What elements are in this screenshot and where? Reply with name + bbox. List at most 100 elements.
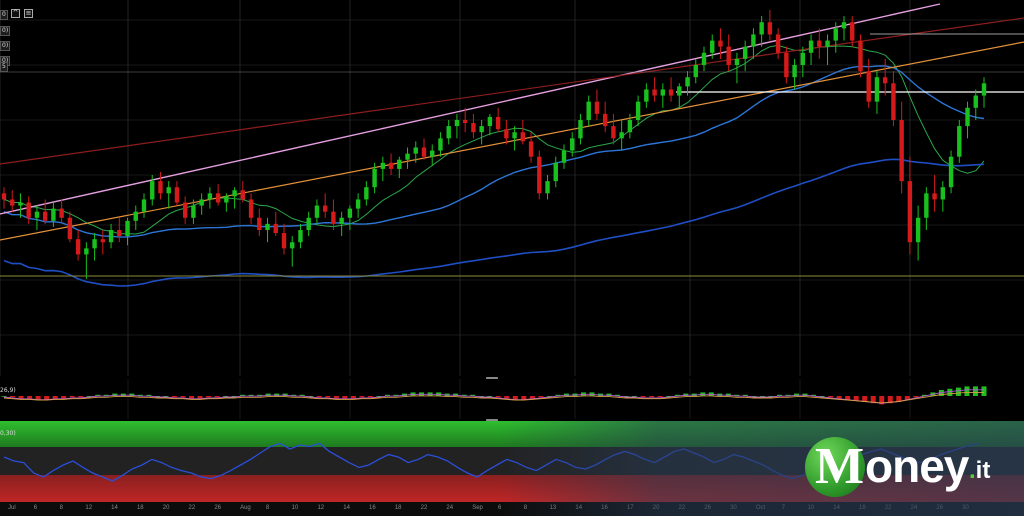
- candle-body-106: [874, 77, 880, 102]
- candle-body-119: [981, 83, 987, 96]
- macd-bar-76: [649, 396, 655, 398]
- candle-body-101: [833, 28, 838, 41]
- candle-body-112: [924, 193, 929, 218]
- candle-body-62: [512, 132, 517, 139]
- ma-slow-line: [3, 158, 985, 287]
- candle-body-36: [298, 230, 303, 243]
- candle-body-93: [767, 22, 773, 35]
- rsi-label: 0,30): [0, 430, 16, 437]
- candle-body-111: [915, 217, 921, 243]
- macd-bar-20: [171, 396, 177, 398]
- macd-panel[interactable]: 26,9): [0, 379, 1024, 419]
- candle-body-55: [454, 120, 460, 127]
- macd-bar-60: [512, 396, 518, 400]
- macd-histogram: [1, 386, 987, 405]
- collapse-panel-icon[interactable]: ^: [11, 9, 20, 18]
- candle-body-58: [479, 126, 484, 133]
- candle-body-11: [92, 239, 97, 249]
- candle-body-40: [331, 211, 336, 224]
- money-it-logo: M oney .it: [805, 437, 1005, 501]
- indicator-badge-2[interactable]: 0): [0, 26, 11, 36]
- candle-body-82: [677, 86, 682, 96]
- candle-body-45: [372, 168, 377, 188]
- candle-body-109: [899, 120, 904, 182]
- candle-body-44: [364, 187, 369, 200]
- candle-body-96: [792, 65, 797, 78]
- macd-bar-107: [913, 396, 919, 398]
- panel-settings-icon[interactable]: ≡: [24, 9, 33, 18]
- x-tick-label: 22: [188, 505, 196, 511]
- candle-body-92: [759, 22, 764, 35]
- indicator-badge-1[interactable]: 0: [0, 10, 8, 20]
- macd-bar-23: [197, 396, 203, 399]
- candle-body-110: [907, 181, 913, 243]
- macd-bar-3: [27, 396, 33, 399]
- candle-body-94: [775, 34, 781, 53]
- candle-body-31: [257, 217, 262, 230]
- candle-body-38: [314, 205, 320, 218]
- candle-body-20: [166, 187, 171, 194]
- upper-trendline: [0, 3, 941, 215]
- price-chart-svg[interactable]: [0, 0, 1024, 376]
- candle-body-7: [59, 208, 64, 218]
- x-tick-label: 8: [59, 505, 63, 511]
- macd-bar-2: [18, 396, 24, 399]
- macd-bar-98: [836, 396, 842, 399]
- macd-bar-39: [333, 396, 339, 399]
- logo-dot: .: [969, 457, 976, 484]
- x-tick-label: 8: [265, 505, 270, 511]
- candle-body-46: [380, 162, 386, 169]
- macd-label: 26,9): [0, 387, 16, 394]
- candle-body-91: [751, 34, 756, 47]
- macd-bar-43: [367, 396, 373, 398]
- logo-letter-m: M: [815, 438, 865, 495]
- candle-body-60: [495, 116, 501, 130]
- macd-bar-37: [316, 396, 322, 398]
- candle-body-103: [850, 22, 855, 41]
- candle-body-23: [191, 205, 196, 218]
- candle-body-5: [42, 211, 48, 221]
- x-tick-label: 18: [136, 505, 144, 511]
- indicator-badge-3[interactable]: 0): [0, 41, 11, 51]
- x-tick-label: Jul: [8, 505, 16, 511]
- indicator-badge-5[interactable]: 5: [0, 62, 8, 72]
- macd-bar-9: [78, 396, 84, 398]
- x-tick-label: 16: [369, 505, 376, 511]
- candle-body-87: [718, 40, 723, 47]
- candle-body-16: [133, 211, 138, 221]
- ma-fast-line: [3, 44, 985, 235]
- candle-body-33: [273, 223, 278, 234]
- candle-body-76: [627, 120, 633, 133]
- macd-svg: [1, 379, 987, 419]
- macd-bar-5: [44, 396, 50, 400]
- candle-body-30: [248, 199, 254, 218]
- candle-body-21: [174, 187, 180, 203]
- candle-body-32: [265, 223, 270, 230]
- candle-body-15: [125, 220, 130, 237]
- candle-body-99: [817, 40, 822, 47]
- candle-body-108: [891, 83, 896, 120]
- candle-body-29: [240, 190, 246, 200]
- candle-body-117: [965, 107, 970, 127]
- candle-body-69: [570, 138, 575, 151]
- candle-body-47: [388, 162, 394, 169]
- candle-body-70: [578, 120, 583, 139]
- candle-body-42: [347, 208, 353, 218]
- price-chart-panel[interactable]: 0 0) 0) 0) 5 ^ ≡: [0, 0, 1024, 380]
- candle-body-43: [355, 199, 361, 209]
- x-tick-label: 18: [394, 505, 402, 511]
- candle-body-1: [10, 199, 15, 206]
- x-tick-label: Sep: [472, 505, 483, 511]
- candle-body-6: [51, 208, 56, 221]
- candle-body-53: [438, 138, 443, 151]
- candle-body-77: [635, 101, 641, 120]
- candle-body-39: [322, 205, 328, 212]
- candle-body-59: [487, 116, 493, 127]
- candle-body-68: [561, 150, 567, 163]
- candle-body-14: [117, 230, 122, 237]
- candle-body-4: [34, 211, 40, 218]
- macd-bar-113: [964, 386, 970, 396]
- macd-bar-4: [35, 396, 41, 400]
- macd-bar-24: [206, 396, 212, 398]
- x-tick-label: 24: [446, 505, 454, 511]
